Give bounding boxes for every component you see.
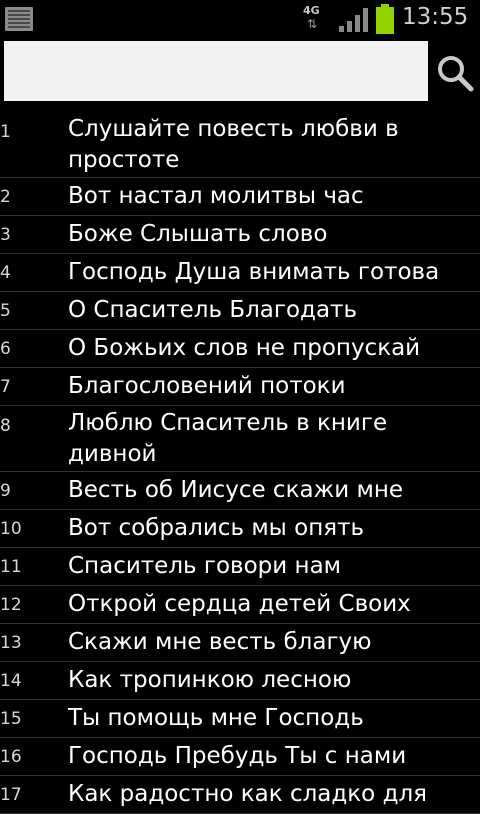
item-number: 2 (0, 187, 11, 207)
list-item[interactable]: 6 О Божьих слов не пропускай (0, 330, 480, 368)
item-title: Боже Слышать слово (68, 221, 328, 247)
list-item[interactable]: 8 Люблю Спаситель в книге дивной (0, 406, 480, 472)
clock: 13:55 (402, 4, 469, 30)
item-title: Слушайте повесть любви в простоте (68, 116, 399, 173)
item-title: О Спаситель Благодать (68, 297, 357, 323)
item-number: 4 (0, 263, 11, 283)
battery-icon (376, 4, 394, 34)
item-title: Вот собрались мы опять (68, 515, 365, 541)
item-number: 1 (0, 122, 11, 142)
list-item[interactable]: 12 Открой сердца детей Своих (0, 586, 480, 624)
list-item[interactable]: 17 Как радостно как сладко для (0, 776, 480, 814)
network-type-label: 4G (303, 4, 320, 17)
item-number: 14 (0, 671, 22, 691)
item-number: 12 (0, 595, 22, 615)
item-number: 3 (0, 225, 11, 245)
list-item[interactable]: 2 Вот настал молитвы час (0, 178, 480, 216)
item-title: Весть об Иисусе скажи мне (68, 477, 404, 503)
list-item[interactable]: 4 Господь Душа внимать готова (0, 254, 480, 292)
item-title: Вот настал молитвы час (68, 183, 364, 209)
search-icon[interactable] (436, 54, 474, 92)
search-input[interactable] (4, 41, 428, 101)
list-item[interactable]: 10 Вот собрались мы опять (0, 510, 480, 548)
item-number: 5 (0, 301, 11, 321)
item-number: 13 (0, 633, 22, 653)
item-title: Господь Пребудь Ты с нами (68, 743, 407, 769)
item-title: Господь Душа внимать готова (68, 259, 440, 285)
item-number: 7 (0, 377, 11, 397)
list-item[interactable]: 15 Ты помощь мне Господь (0, 700, 480, 738)
search-bar (0, 38, 480, 110)
item-title: Ты помощь мне Господь (68, 705, 364, 731)
list-item[interactable]: 14 Как тропинкою лесною (0, 662, 480, 700)
hymn-list: 1 Слушайте повесть любви в простоте 2 Вот н… (0, 112, 480, 814)
item-title: Спаситель говори нам (68, 553, 342, 579)
network-4g-icon: 4G ⇅ (303, 4, 320, 31)
item-number: 17 (0, 785, 22, 805)
list-item[interactable]: 13 Скажи мне весть благую (0, 624, 480, 662)
item-number: 6 (0, 339, 11, 359)
list-item[interactable]: 3 Боже Слышать слово (0, 216, 480, 254)
item-title: Скажи мне весть благую (68, 629, 372, 655)
item-number: 15 (0, 709, 22, 729)
item-title: Как тропинкою лесною (68, 667, 352, 693)
menu-icon[interactable] (5, 7, 33, 31)
item-number: 8 (0, 416, 11, 436)
item-title: Как радостно как сладко для (68, 781, 428, 807)
signal-strength-icon (339, 8, 368, 32)
item-title: О Божьих слов не пропускай (68, 335, 421, 361)
list-item[interactable]: 9 Весть об Иисусе скажи мне (0, 472, 480, 510)
item-title: Благословений потоки (68, 373, 346, 399)
item-number: 9 (0, 481, 11, 501)
list-item[interactable]: 7 Благословений потоки (0, 368, 480, 406)
list-item[interactable]: 16 Господь Пребудь Ты с нами (0, 738, 480, 776)
item-number: 10 (0, 519, 22, 539)
item-title: Открой сердца детей Своих (68, 591, 411, 617)
list-item[interactable]: 11 Спаситель говори нам (0, 548, 480, 586)
item-title: Люблю Спаситель в книге дивной (68, 410, 388, 467)
item-number: 11 (0, 557, 22, 577)
item-number: 16 (0, 747, 22, 767)
status-bar: 4G ⇅ 13:55 (0, 0, 480, 38)
list-item[interactable]: 1 Слушайте повесть любви в простоте (0, 112, 480, 178)
list-item[interactable]: 5 О Спаситель Благодать (0, 292, 480, 330)
